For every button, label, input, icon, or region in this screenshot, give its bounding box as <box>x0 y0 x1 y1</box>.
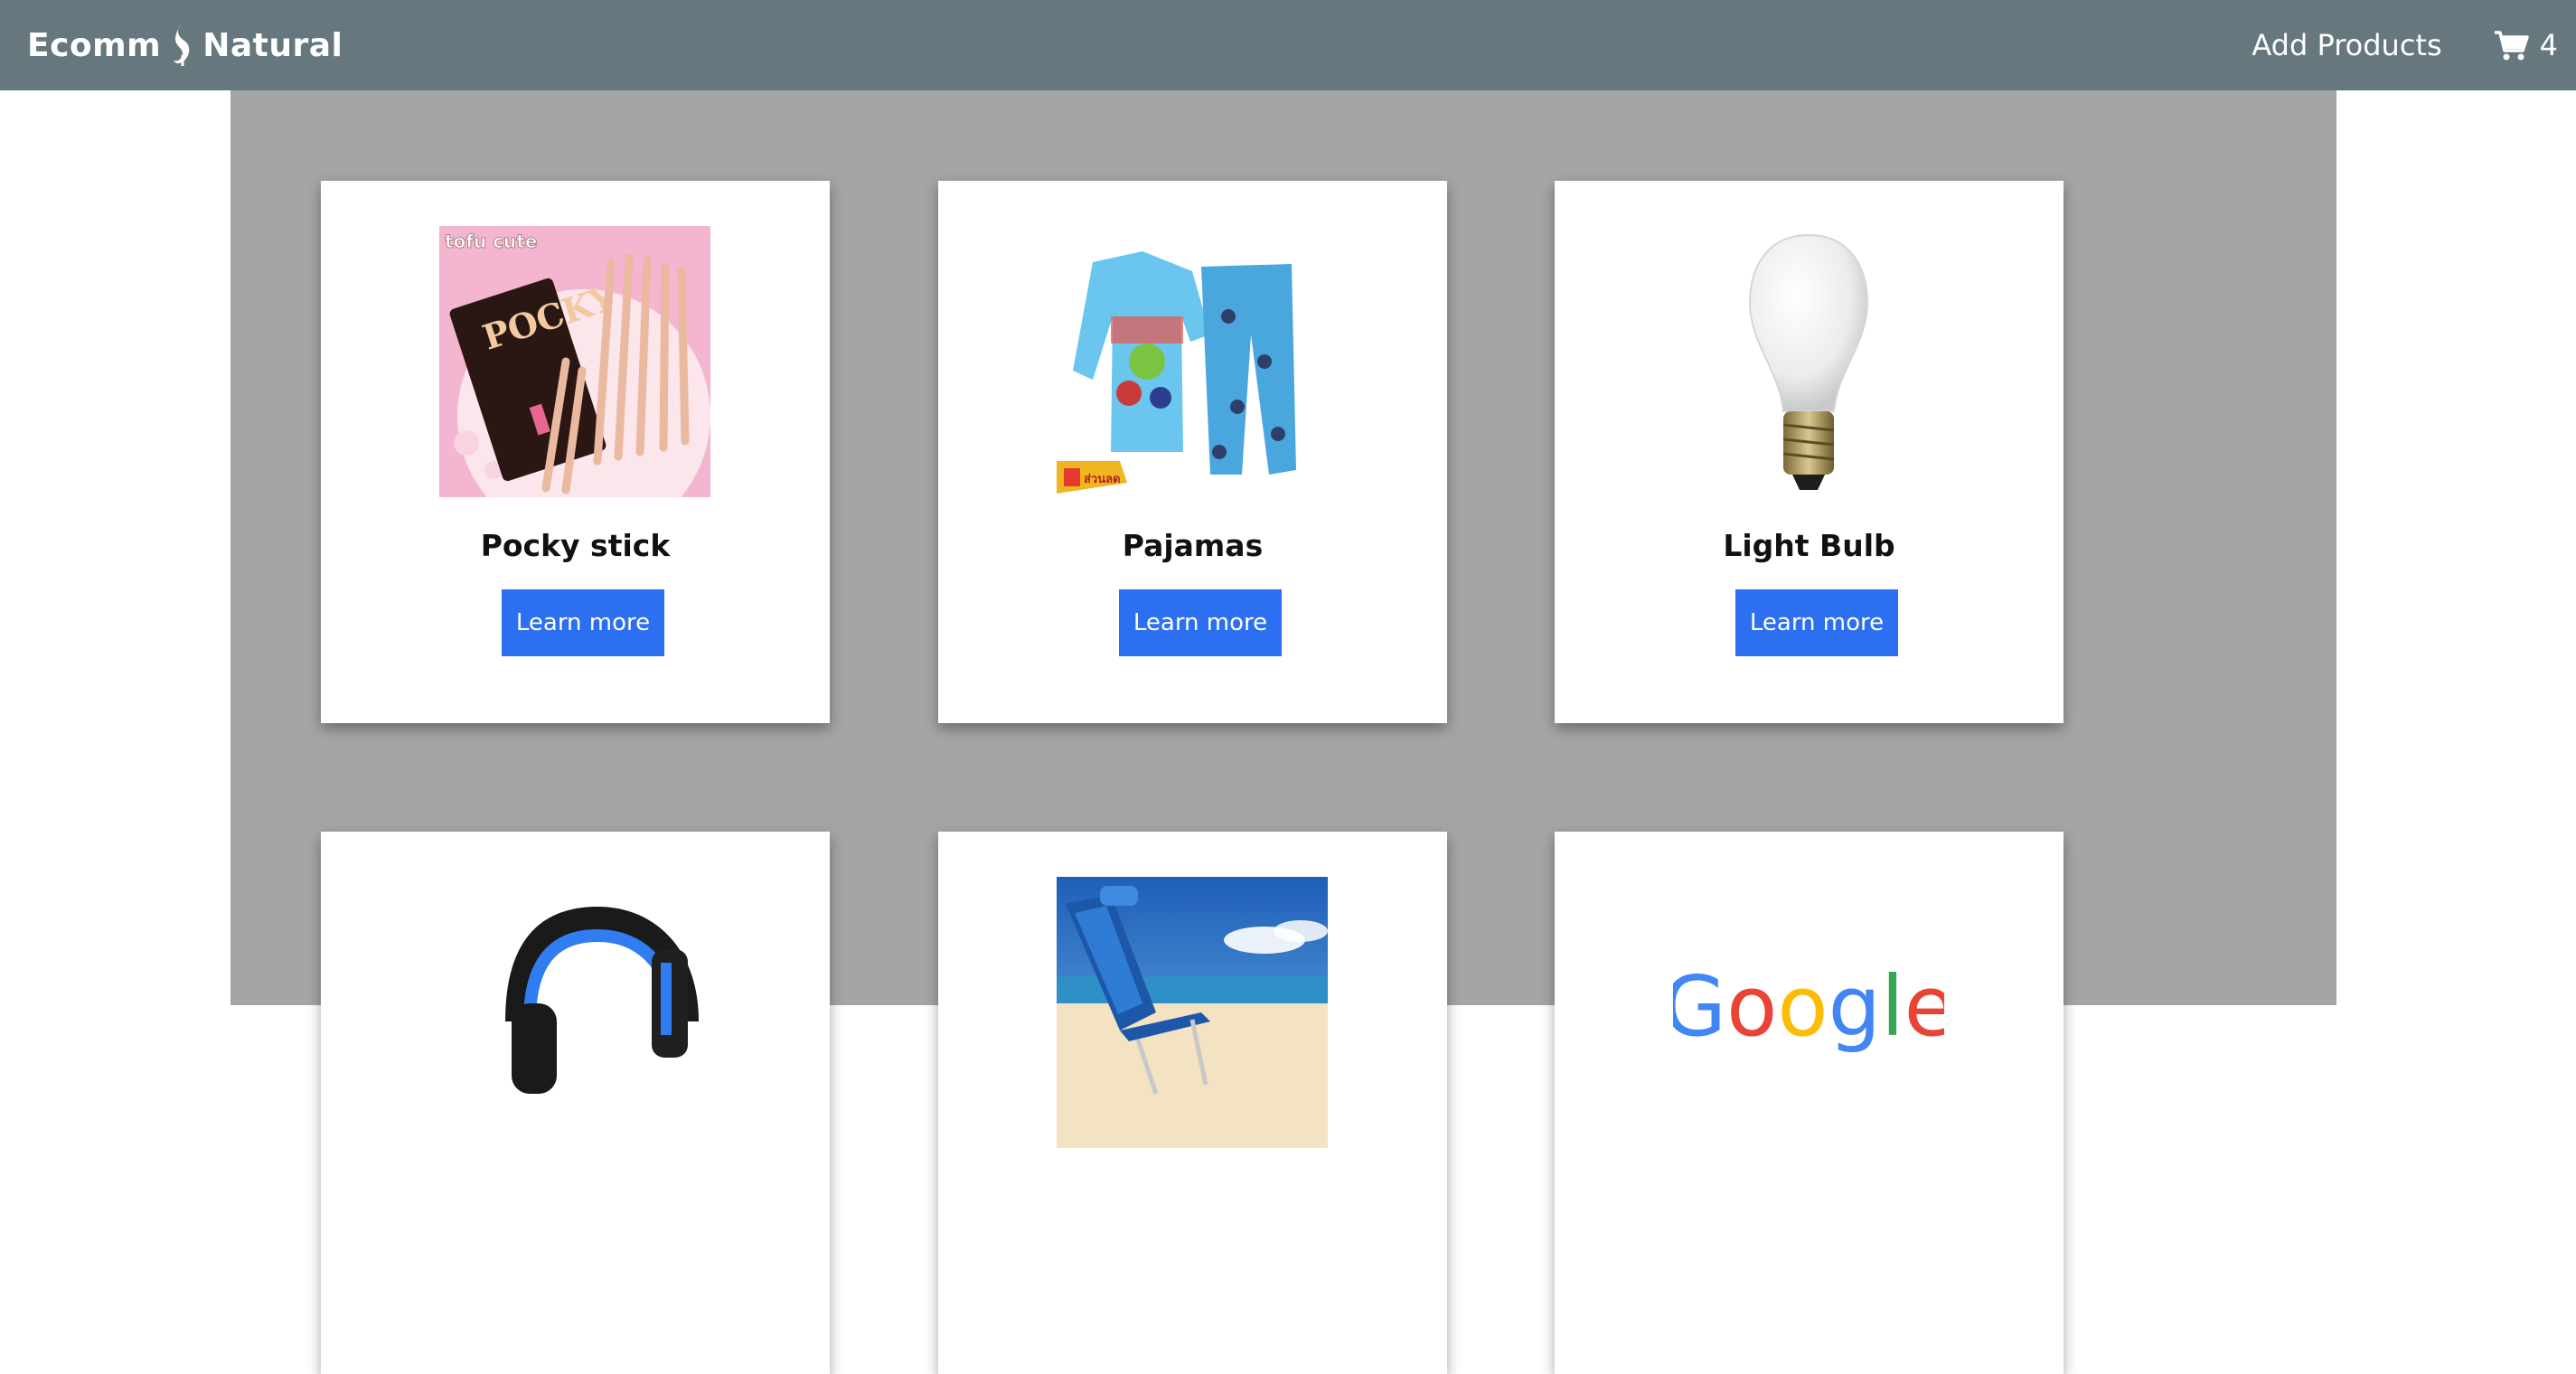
cart-button[interactable]: 4 <box>2493 28 2558 62</box>
leaf-logo-icon <box>174 24 190 66</box>
discount-badge-text: ส่วนลด <box>1084 473 1121 486</box>
tofu-cute-text: tofu cute <box>445 231 537 252</box>
product-card <box>321 832 830 1374</box>
product-title: Pocky stick <box>480 528 671 563</box>
learn-more-button[interactable]: Learn more <box>1119 589 1282 656</box>
product-image-headphones <box>439 877 710 1148</box>
product-title: Pajamas <box>1122 528 1264 563</box>
navbar: Ecomm Natural Add Products 4 <box>0 0 2576 90</box>
product-card <box>938 832 1447 1374</box>
brand-logo-link[interactable]: Ecomm Natural <box>27 14 343 76</box>
cart-count: 4 <box>2539 28 2558 62</box>
product-image-google: Google <box>1673 877 1944 1148</box>
learn-more-button[interactable]: Learn more <box>502 589 664 656</box>
product-image-pocky: POCKY tofu cute <box>439 226 710 497</box>
learn-more-button[interactable]: Learn more <box>1735 589 1898 656</box>
brand-name-part2: Natural <box>202 26 343 64</box>
product-card: Google <box>1555 832 2064 1374</box>
product-card: POCKY tofu cute Pocky stick Learn more <box>321 181 830 723</box>
product-image-pajamas: ส่วนลด <box>1057 226 1328 497</box>
google-logo-text: Google <box>1673 958 1944 1055</box>
product-title: Light Bulb <box>1723 528 1895 563</box>
products-grid: POCKY tofu cute Pocky stick Learn more ส… <box>230 90 2336 1374</box>
add-products-link[interactable]: Add Products <box>2252 28 2441 62</box>
product-image-light-bulb <box>1673 226 1944 497</box>
product-card: Light Bulb Learn more <box>1555 181 2064 723</box>
product-card: ส่วนลด Pajamas Learn more <box>938 181 1447 723</box>
shopping-cart-icon <box>2494 31 2529 61</box>
product-image-beach-chair <box>1057 877 1328 1148</box>
brand-name-part1: Ecomm <box>27 26 162 64</box>
